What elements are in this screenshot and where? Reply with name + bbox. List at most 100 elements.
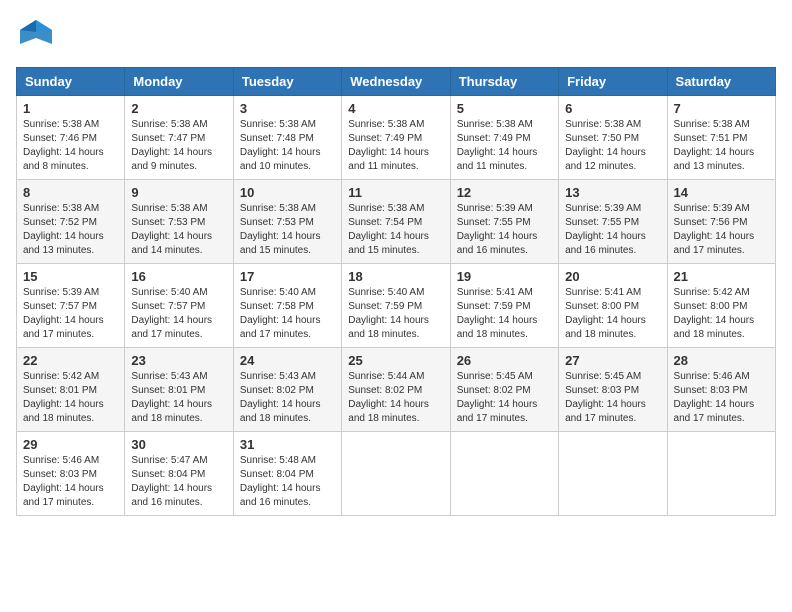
day-cell-20: 20 Sunrise: 5:41 AMSunset: 8:00 PMDaylig…	[559, 264, 667, 348]
day-number: 27	[565, 353, 660, 368]
day-cell-18: 18 Sunrise: 5:40 AMSunset: 7:59 PMDaylig…	[342, 264, 450, 348]
day-cell-1: 1 Sunrise: 5:38 AMSunset: 7:46 PMDayligh…	[17, 96, 125, 180]
day-info: Sunrise: 5:39 AMSunset: 7:55 PMDaylight:…	[565, 203, 646, 256]
day-cell-19: 19 Sunrise: 5:41 AMSunset: 7:59 PMDaylig…	[450, 264, 558, 348]
day-info: Sunrise: 5:38 AMSunset: 7:54 PMDaylight:…	[348, 203, 429, 256]
day-info: Sunrise: 5:48 AMSunset: 8:04 PMDaylight:…	[240, 455, 321, 508]
logo	[16, 16, 58, 59]
day-info: Sunrise: 5:47 AMSunset: 8:04 PMDaylight:…	[131, 455, 212, 508]
day-number: 14	[674, 185, 769, 200]
day-cell-3: 3 Sunrise: 5:38 AMSunset: 7:48 PMDayligh…	[233, 96, 341, 180]
day-cell-24: 24 Sunrise: 5:43 AMSunset: 8:02 PMDaylig…	[233, 348, 341, 432]
day-cell-26: 26 Sunrise: 5:45 AMSunset: 8:02 PMDaylig…	[450, 348, 558, 432]
day-info: Sunrise: 5:41 AMSunset: 7:59 PMDaylight:…	[457, 287, 538, 340]
day-cell-6: 6 Sunrise: 5:38 AMSunset: 7:50 PMDayligh…	[559, 96, 667, 180]
day-cell-21: 21 Sunrise: 5:42 AMSunset: 8:00 PMDaylig…	[667, 264, 775, 348]
day-number: 4	[348, 101, 443, 116]
day-cell-12: 12 Sunrise: 5:39 AMSunset: 7:55 PMDaylig…	[450, 180, 558, 264]
empty-cell	[342, 432, 450, 516]
day-number: 8	[23, 185, 118, 200]
day-number: 19	[457, 269, 552, 284]
day-cell-9: 9 Sunrise: 5:38 AMSunset: 7:53 PMDayligh…	[125, 180, 233, 264]
day-info: Sunrise: 5:38 AMSunset: 7:52 PMDaylight:…	[23, 203, 104, 256]
day-info: Sunrise: 5:39 AMSunset: 7:56 PMDaylight:…	[674, 203, 755, 256]
day-info: Sunrise: 5:42 AMSunset: 8:00 PMDaylight:…	[674, 287, 755, 340]
day-info: Sunrise: 5:45 AMSunset: 8:02 PMDaylight:…	[457, 371, 538, 424]
day-number: 17	[240, 269, 335, 284]
day-cell-25: 25 Sunrise: 5:44 AMSunset: 8:02 PMDaylig…	[342, 348, 450, 432]
day-cell-2: 2 Sunrise: 5:38 AMSunset: 7:47 PMDayligh…	[125, 96, 233, 180]
day-cell-30: 30 Sunrise: 5:47 AMSunset: 8:04 PMDaylig…	[125, 432, 233, 516]
day-info: Sunrise: 5:46 AMSunset: 8:03 PMDaylight:…	[23, 455, 104, 508]
day-info: Sunrise: 5:38 AMSunset: 7:47 PMDaylight:…	[131, 119, 212, 172]
day-info: Sunrise: 5:38 AMSunset: 7:48 PMDaylight:…	[240, 119, 321, 172]
day-number: 24	[240, 353, 335, 368]
day-cell-4: 4 Sunrise: 5:38 AMSunset: 7:49 PMDayligh…	[342, 96, 450, 180]
day-number: 21	[674, 269, 769, 284]
day-header-monday: Monday	[125, 68, 233, 96]
day-number: 28	[674, 353, 769, 368]
day-info: Sunrise: 5:43 AMSunset: 8:02 PMDaylight:…	[240, 371, 321, 424]
day-info: Sunrise: 5:38 AMSunset: 7:49 PMDaylight:…	[348, 119, 429, 172]
day-info: Sunrise: 5:38 AMSunset: 7:53 PMDaylight:…	[240, 203, 321, 256]
day-info: Sunrise: 5:40 AMSunset: 7:59 PMDaylight:…	[348, 287, 429, 340]
day-number: 30	[131, 437, 226, 452]
day-info: Sunrise: 5:41 AMSunset: 8:00 PMDaylight:…	[565, 287, 646, 340]
day-cell-16: 16 Sunrise: 5:40 AMSunset: 7:57 PMDaylig…	[125, 264, 233, 348]
day-cell-27: 27 Sunrise: 5:45 AMSunset: 8:03 PMDaylig…	[559, 348, 667, 432]
empty-cell	[667, 432, 775, 516]
day-cell-14: 14 Sunrise: 5:39 AMSunset: 7:56 PMDaylig…	[667, 180, 775, 264]
logo-icon	[16, 16, 54, 59]
day-number: 5	[457, 101, 552, 116]
day-cell-17: 17 Sunrise: 5:40 AMSunset: 7:58 PMDaylig…	[233, 264, 341, 348]
day-number: 3	[240, 101, 335, 116]
day-number: 23	[131, 353, 226, 368]
day-info: Sunrise: 5:38 AMSunset: 7:49 PMDaylight:…	[457, 119, 538, 172]
day-info: Sunrise: 5:43 AMSunset: 8:01 PMDaylight:…	[131, 371, 212, 424]
page-header	[16, 16, 776, 59]
day-cell-13: 13 Sunrise: 5:39 AMSunset: 7:55 PMDaylig…	[559, 180, 667, 264]
day-header-wednesday: Wednesday	[342, 68, 450, 96]
day-number: 11	[348, 185, 443, 200]
day-info: Sunrise: 5:39 AMSunset: 7:57 PMDaylight:…	[23, 287, 104, 340]
day-cell-31: 31 Sunrise: 5:48 AMSunset: 8:04 PMDaylig…	[233, 432, 341, 516]
day-cell-5: 5 Sunrise: 5:38 AMSunset: 7:49 PMDayligh…	[450, 96, 558, 180]
day-number: 15	[23, 269, 118, 284]
day-info: Sunrise: 5:40 AMSunset: 7:57 PMDaylight:…	[131, 287, 212, 340]
day-info: Sunrise: 5:42 AMSunset: 8:01 PMDaylight:…	[23, 371, 104, 424]
empty-cell	[559, 432, 667, 516]
day-cell-29: 29 Sunrise: 5:46 AMSunset: 8:03 PMDaylig…	[17, 432, 125, 516]
empty-cell	[450, 432, 558, 516]
day-header-tuesday: Tuesday	[233, 68, 341, 96]
day-info: Sunrise: 5:38 AMSunset: 7:51 PMDaylight:…	[674, 119, 755, 172]
day-number: 16	[131, 269, 226, 284]
day-header-sunday: Sunday	[17, 68, 125, 96]
day-number: 26	[457, 353, 552, 368]
day-info: Sunrise: 5:39 AMSunset: 7:55 PMDaylight:…	[457, 203, 538, 256]
day-number: 6	[565, 101, 660, 116]
day-cell-8: 8 Sunrise: 5:38 AMSunset: 7:52 PMDayligh…	[17, 180, 125, 264]
day-number: 12	[457, 185, 552, 200]
day-number: 13	[565, 185, 660, 200]
day-info: Sunrise: 5:40 AMSunset: 7:58 PMDaylight:…	[240, 287, 321, 340]
day-cell-7: 7 Sunrise: 5:38 AMSunset: 7:51 PMDayligh…	[667, 96, 775, 180]
day-number: 22	[23, 353, 118, 368]
day-number: 7	[674, 101, 769, 116]
day-number: 31	[240, 437, 335, 452]
day-info: Sunrise: 5:38 AMSunset: 7:46 PMDaylight:…	[23, 119, 104, 172]
calendar-table: SundayMondayTuesdayWednesdayThursdayFrid…	[16, 67, 776, 516]
day-header-friday: Friday	[559, 68, 667, 96]
day-number: 25	[348, 353, 443, 368]
day-number: 18	[348, 269, 443, 284]
day-cell-23: 23 Sunrise: 5:43 AMSunset: 8:01 PMDaylig…	[125, 348, 233, 432]
day-number: 9	[131, 185, 226, 200]
day-info: Sunrise: 5:46 AMSunset: 8:03 PMDaylight:…	[674, 371, 755, 424]
day-cell-15: 15 Sunrise: 5:39 AMSunset: 7:57 PMDaylig…	[17, 264, 125, 348]
day-cell-11: 11 Sunrise: 5:38 AMSunset: 7:54 PMDaylig…	[342, 180, 450, 264]
day-info: Sunrise: 5:45 AMSunset: 8:03 PMDaylight:…	[565, 371, 646, 424]
day-header-saturday: Saturday	[667, 68, 775, 96]
day-info: Sunrise: 5:38 AMSunset: 7:53 PMDaylight:…	[131, 203, 212, 256]
day-number: 20	[565, 269, 660, 284]
day-cell-10: 10 Sunrise: 5:38 AMSunset: 7:53 PMDaylig…	[233, 180, 341, 264]
day-number: 10	[240, 185, 335, 200]
